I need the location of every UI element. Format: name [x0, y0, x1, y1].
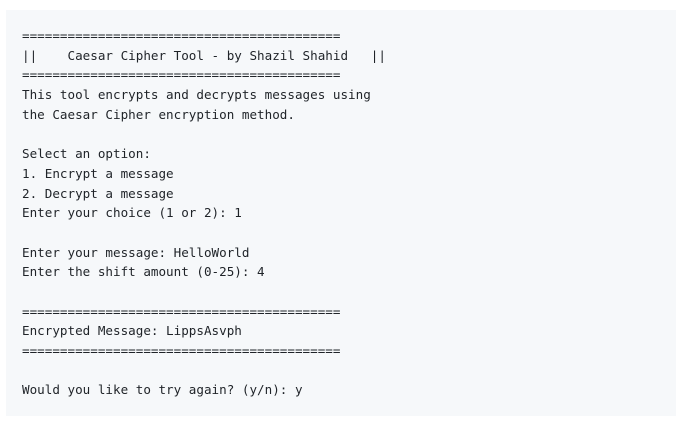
- menu-prompt: Select an option:: [22, 146, 151, 162]
- encrypted-result: Encrypted Message: LippsAsvph: [22, 323, 242, 339]
- choice-input-line: Enter your choice (1 or 2): 1: [22, 205, 242, 221]
- terminal-output: ========================================…: [6, 10, 676, 416]
- divider-line: ========================================…: [22, 343, 341, 358]
- divider-line: ========================================…: [22, 303, 341, 319]
- description-line: This tool encrypts and decrypts messages…: [22, 87, 371, 103]
- message-input-line: Enter your message: HelloWorld: [22, 244, 250, 260]
- description-line: the Caesar Cipher encryption method.: [22, 106, 295, 122]
- shift-input-line: Enter the shift amount (0-25): 4: [22, 264, 265, 280]
- retry-prompt: Would you like to try again? (y/n): y: [22, 382, 303, 398]
- divider-line: ========================================…: [22, 67, 341, 83]
- menu-option-decrypt: 2. Decrypt a message: [22, 185, 174, 201]
- divider-line: ========================================…: [22, 28, 341, 43]
- menu-option-encrypt: 1. Encrypt a message: [22, 165, 174, 181]
- tool-title: || Caesar Cipher Tool - by Shazil Shahid…: [22, 47, 386, 63]
